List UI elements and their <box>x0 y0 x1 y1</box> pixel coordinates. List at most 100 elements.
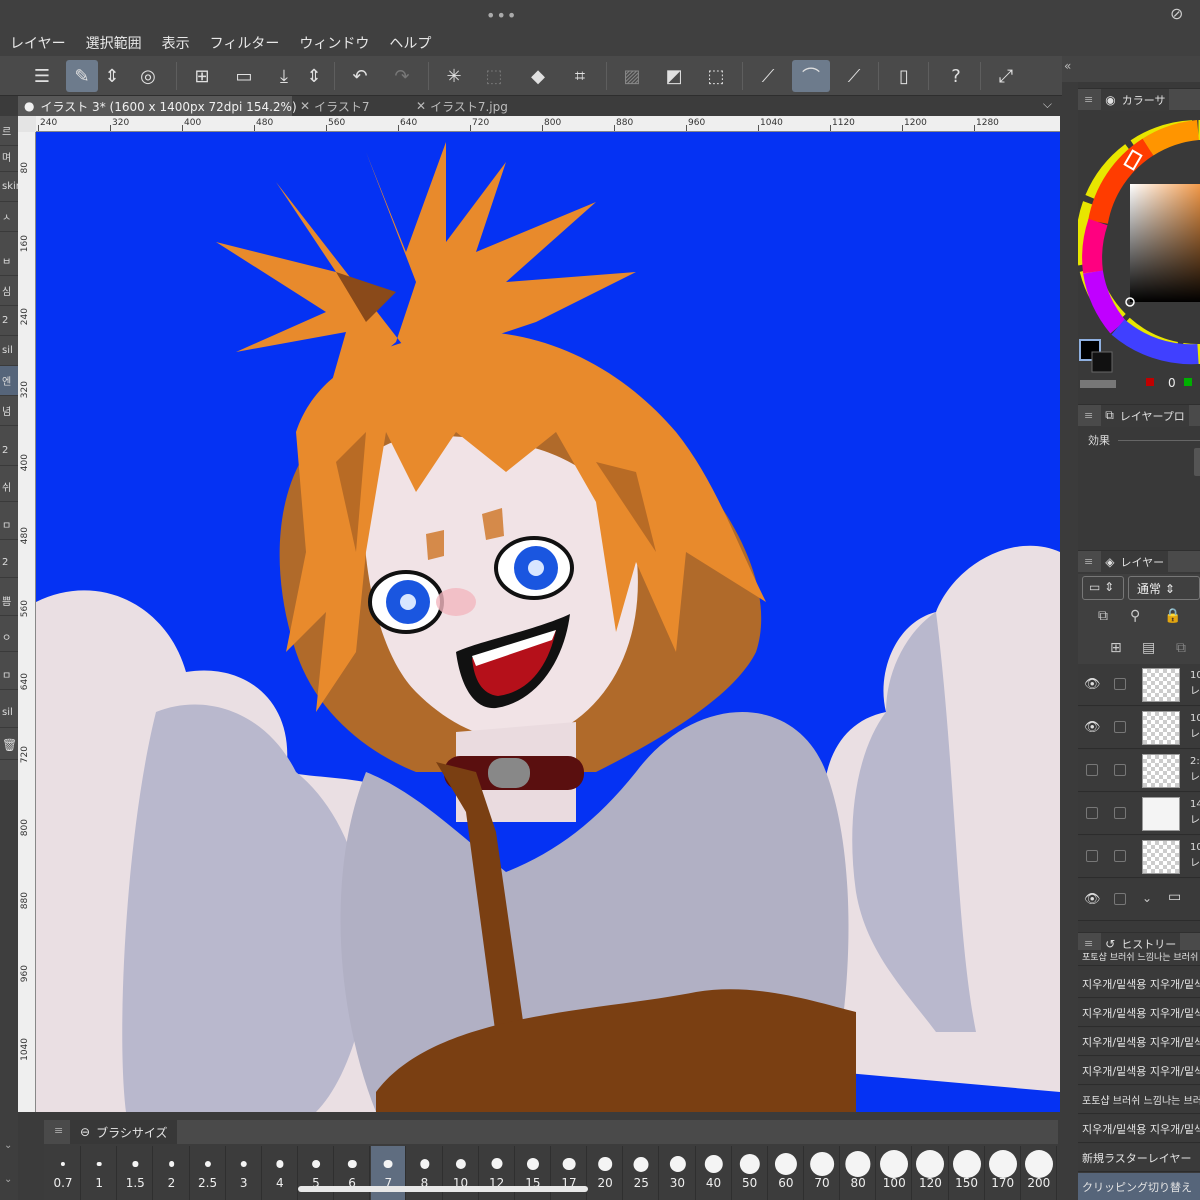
multitask-dots-icon[interactable]: ••• <box>486 6 517 25</box>
crop-icon[interactable]: ⌗ <box>564 60 596 92</box>
layer-visibility-box[interactable] <box>1086 807 1098 819</box>
layer-checkbox[interactable] <box>1114 893 1126 905</box>
history-item-selected[interactable]: クリッピング切り替え <box>1078 1173 1200 1200</box>
transparent-color-swatch[interactable] <box>1080 380 1116 388</box>
brush-size-option[interactable]: 170 <box>986 1146 1021 1200</box>
layer-row[interactable]: 👁 10 レ <box>1078 664 1200 706</box>
trash-icon[interactable]: 🗑 <box>0 730 18 760</box>
brush-size-option[interactable]: 2 <box>154 1146 190 1200</box>
eye-icon[interactable]: 👁 <box>1084 892 1101 907</box>
lock-icon[interactable]: 🔒 <box>1164 608 1181 624</box>
menu-selection[interactable]: 選択範囲 <box>86 33 142 53</box>
invert-selection-icon[interactable]: ◩ <box>658 60 690 92</box>
collapse-chevron-icon[interactable]: « <box>1064 59 1071 73</box>
history-item[interactable]: 지우개/밑색용 지우개/밑색용 <box>1078 1057 1200 1085</box>
tool-slot[interactable]: ㅁ <box>0 660 18 690</box>
tool-slot[interactable]: 심 <box>0 276 18 306</box>
menu-filter[interactable]: フィルター <box>210 33 280 53</box>
history-item[interactable]: 포토샵 브러쉬 느낌나는 브러쉬 <box>1078 950 1200 966</box>
brush-size-option[interactable]: 25 <box>624 1146 660 1200</box>
brush-tool-icon[interactable]: ⌒ <box>792 60 830 92</box>
brush-size-option[interactable]: 40 <box>697 1146 732 1200</box>
smartphone-icon[interactable]: ▯ <box>888 60 920 92</box>
tool-slot[interactable]: 쉬 <box>0 472 18 502</box>
eye-icon[interactable]: 👁 <box>1084 677 1101 692</box>
tab-illust-3[interactable]: ● イラスト 3* (1600 x 1400px 72dpi 154.2%) <box>18 96 297 116</box>
brush-size-option[interactable]: 100 <box>877 1146 913 1200</box>
menu-window[interactable]: ウィンドウ <box>299 33 369 53</box>
brush-size-option[interactable]: 150 <box>950 1146 985 1200</box>
fullscreen-icon[interactable]: ⤢ <box>990 60 1022 92</box>
brush-size-option[interactable]: 80 <box>841 1146 877 1200</box>
blend-mode-dropdown[interactable]: 通常 ⇕ <box>1128 576 1200 600</box>
tool-switch-arrows-icon[interactable]: ⇕ <box>102 60 122 92</box>
tool-slot[interactable]: ㅇ <box>0 622 18 652</box>
clear-selection-icon[interactable]: ▨ <box>616 60 648 92</box>
tool-slot[interactable]: ㅂ <box>0 246 18 276</box>
layer-color-dropdown[interactable]: ▭ ⇕ <box>1082 576 1124 600</box>
brush-size-option[interactable]: 4 <box>263 1146 299 1200</box>
effect-button[interactable] <box>1194 448 1200 476</box>
brush-size-option[interactable]: 0.7 <box>46 1146 82 1200</box>
transform-icon[interactable]: ⬚ <box>478 60 510 92</box>
redo-icon[interactable]: ↷ <box>386 60 418 92</box>
close-icon[interactable]: ✕ <box>300 99 310 113</box>
panel-grip-icon[interactable]: ≡ <box>1084 937 1093 950</box>
save-options-arrows-icon[interactable]: ⇕ <box>304 60 324 92</box>
loading-spinner-icon[interactable]: ✳ <box>438 60 470 92</box>
layer-row[interactable]: 10 レ <box>1078 836 1200 878</box>
drawing-canvas[interactable] <box>36 132 1060 1112</box>
brush-size-option[interactable]: 120 <box>913 1146 949 1200</box>
panel-grip-icon[interactable]: ≡ <box>1084 555 1093 568</box>
tool-slot[interactable]: 2 <box>0 436 18 466</box>
color-wheel-area[interactable]: 0 <box>1076 112 1200 422</box>
tool-slot[interactable]: sil <box>0 698 18 728</box>
brush-size-option[interactable]: 200 <box>1022 1146 1058 1200</box>
menu-view[interactable]: 表示 <box>162 33 190 53</box>
panel-grip-icon[interactable]: ≡ <box>1084 93 1093 106</box>
brush-size-option[interactable]: 3 <box>227 1146 262 1200</box>
history-item[interactable]: 新規ラスターレイヤー <box>1078 1144 1200 1172</box>
pen-tool-icon[interactable]: ⟋ <box>752 60 784 92</box>
history-item[interactable]: 지우개/밑색용 지우개/밑색용 <box>1078 970 1200 998</box>
chevron-down-icon[interactable]: ⌵ <box>1043 97 1052 112</box>
clip-icon[interactable]: ⧉ <box>1098 608 1108 624</box>
brush-size-option[interactable]: 60 <box>769 1146 805 1200</box>
tool-slot[interactable]: skin <box>0 172 18 202</box>
edit-tool-icon[interactable]: ✎ <box>66 60 98 92</box>
fill-bucket-icon[interactable]: ◆ <box>522 60 554 92</box>
layer-visibility-box[interactable] <box>1086 850 1098 862</box>
ruler-tool-icon[interactable]: ⟋ <box>838 60 870 92</box>
layer-checkbox[interactable] <box>1114 850 1126 862</box>
color-wheel[interactable] <box>1076 112 1200 422</box>
reference-icon[interactable]: ⚲ <box>1130 608 1140 624</box>
brush-size-option[interactable]: 30 <box>660 1146 696 1200</box>
new-layer-icon[interactable]: ⊞ <box>1110 640 1122 656</box>
menu-help[interactable]: ヘルプ <box>389 33 431 53</box>
history-item[interactable]: 지우개/밑색용 지우개/밑색용 <box>1078 999 1200 1027</box>
chevron-down-icon[interactable]: ⌄ <box>4 1140 12 1151</box>
tool-slot[interactable]: 2 <box>0 306 18 336</box>
tab-layer-property[interactable]: ⧉ レイヤープロ <box>1101 404 1189 427</box>
new-file-icon[interactable]: ⊞ <box>186 60 218 92</box>
tool-slot[interactable]: 념 <box>0 396 18 426</box>
undo-icon[interactable]: ↶ <box>344 60 376 92</box>
menu-layer[interactable]: レイヤー <box>10 33 66 53</box>
tool-slot[interactable]: ㅅ <box>0 202 18 232</box>
companion-icon[interactable]: ◎ <box>132 60 164 92</box>
layer-checkbox[interactable] <box>1114 807 1126 819</box>
tab-illust-7-jpg[interactable]: ✕ イラスト7.jpg <box>410 96 540 116</box>
brush-size-option[interactable]: 1 <box>82 1146 118 1200</box>
tab-illust-7[interactable]: ✕ イラスト7 <box>294 96 408 116</box>
help-icon[interactable]: ? <box>940 60 972 92</box>
tab-brush-size[interactable]: ⊖ ブラシサイズ <box>70 1120 178 1144</box>
brush-size-option[interactable]: 20 <box>588 1146 624 1200</box>
tool-slot[interactable]: 며 <box>0 142 18 172</box>
panel-grip-icon[interactable]: ≡ <box>54 1124 63 1137</box>
open-folder-icon[interactable]: ▭ <box>228 60 260 92</box>
link-icon[interactable]: ⊘ <box>1170 4 1183 23</box>
layer-row[interactable]: 2: レ <box>1078 750 1200 792</box>
save-icon[interactable]: ⤓ <box>268 60 300 92</box>
tool-slot[interactable]: 쁨 <box>0 586 18 616</box>
layer-visibility-box[interactable] <box>1086 764 1098 776</box>
